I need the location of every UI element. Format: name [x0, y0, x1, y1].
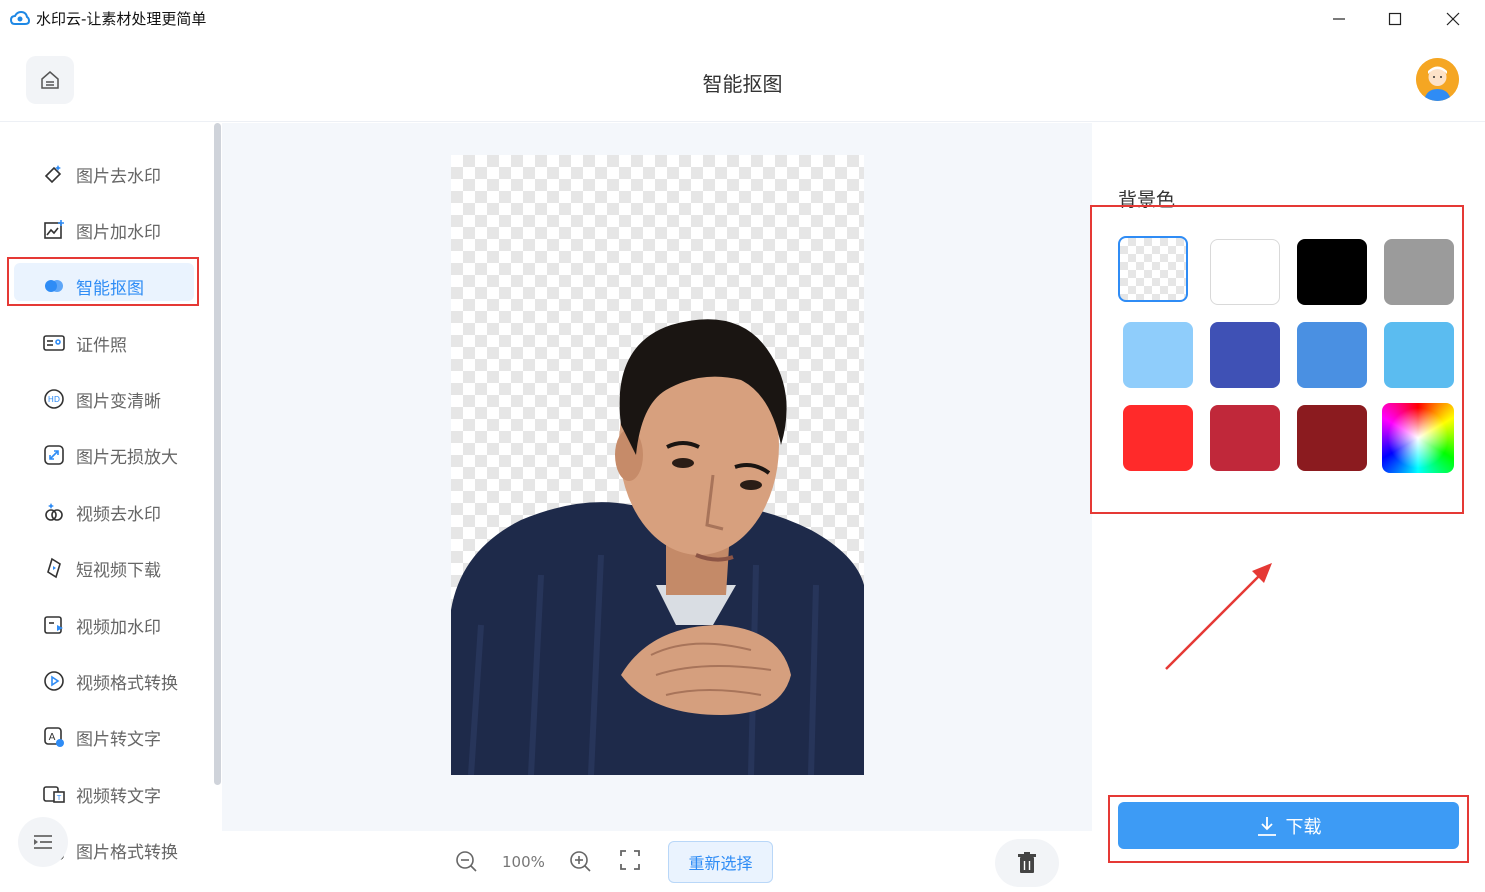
eraser-icon: [44, 165, 62, 184]
trash-icon: [1018, 852, 1036, 873]
sidebar-item-short-video-download[interactable]: 短视频下载: [42, 553, 161, 583]
fit-screen-button[interactable]: [619, 849, 641, 871]
sidebar: 图片去水印 图片加水印 智能抠图 证件照 HD 图片变清晰 图片无损放大 视频去…: [0, 123, 222, 892]
video-clean-icon: [45, 503, 63, 521]
video-add-icon: [44, 616, 63, 634]
zoom-out-button[interactable]: [454, 849, 478, 873]
user-avatar[interactable]: [1416, 58, 1459, 101]
preview-canvas: [222, 123, 1092, 831]
sidebar-item-remove-video-watermark[interactable]: 视频去水印: [42, 497, 161, 527]
maximize-button[interactable]: [1380, 6, 1410, 32]
swatch-highlight-annotation-box: [1090, 205, 1464, 514]
annotation-arrow-icon: [1165, 563, 1272, 670]
zoom-out-icon: [456, 851, 477, 872]
sidebar-item-label: 图片加水印: [76, 222, 161, 243]
window-title: 水印云-让素材处理更简单: [36, 10, 207, 28]
sidebar-item-add-image-watermark[interactable]: 图片加水印: [42, 215, 161, 245]
highlight-annotation-box: [7, 257, 199, 306]
download-icon: [1257, 816, 1276, 836]
sidebar-item-video-to-text[interactable]: T 视频转文字: [42, 779, 161, 809]
sidebar-item-label: 视频转文字: [76, 786, 161, 807]
zoom-in-button[interactable]: [568, 849, 592, 873]
sidebar-item-label: 图片变清晰: [76, 391, 161, 412]
video-convert-icon: [44, 671, 64, 691]
page-header: 智能抠图: [0, 38, 1485, 122]
minimize-icon: [1333, 18, 1345, 20]
sidebar-item-label: 图片去水印: [76, 166, 161, 187]
settings-panel: 背景色 下载: [1090, 123, 1485, 892]
hd-icon: HD: [44, 389, 64, 409]
sidebar-item-image-to-text[interactable]: A 图片转文字: [42, 722, 161, 752]
svg-text:A: A: [49, 732, 56, 743]
sidebar-item-label: 视频格式转换: [76, 673, 178, 694]
close-button[interactable]: [1438, 6, 1468, 32]
menu-toggle-button[interactable]: [18, 817, 68, 867]
sidebar-item-label: 图片格式转换: [76, 842, 178, 863]
fullscreen-icon: [620, 850, 640, 870]
title-bar: 水印云-让素材处理更简单: [0, 0, 1485, 38]
avatar-icon: [1416, 58, 1459, 101]
reselect-button[interactable]: 重新选择: [668, 841, 773, 883]
download-button[interactable]: 下载: [1118, 802, 1459, 849]
zoom-in-icon: [570, 851, 591, 872]
video-text-icon: T: [43, 786, 65, 803]
enlarge-icon: [44, 445, 64, 465]
sidebar-item-id-photo[interactable]: 证件照: [42, 328, 127, 358]
delete-button[interactable]: [995, 839, 1059, 887]
sidebar-item-label: 图片转文字: [76, 729, 161, 750]
sidebar-item-label: 视频去水印: [76, 504, 161, 525]
sidebar-item-remove-image-watermark[interactable]: 图片去水印: [42, 159, 161, 189]
svg-text:T: T: [56, 794, 62, 802]
close-icon: [1446, 12, 1460, 26]
sidebar-item-add-video-watermark[interactable]: 视频加水印: [42, 610, 161, 640]
download-label: 下载: [1285, 816, 1322, 838]
sidebar-item-label: 短视频下载: [76, 560, 161, 581]
sidebar-item-lossless-enlarge[interactable]: 图片无损放大: [42, 440, 178, 470]
image-add-icon: [44, 220, 64, 239]
sidebar-item-label: 视频加水印: [76, 617, 161, 638]
id-card-icon: [43, 335, 65, 351]
sidebar-item-video-format-convert[interactable]: 视频格式转换: [42, 666, 178, 696]
sidebar-scrollbar[interactable]: [214, 123, 221, 785]
sidebar-item-enhance-image[interactable]: HD 图片变清晰: [42, 384, 161, 414]
menu-collapse-icon: [34, 835, 52, 849]
svg-text:HD: HD: [48, 395, 60, 404]
sidebar-item-label: 图片无损放大: [76, 447, 178, 468]
canvas-toolbar: 100% 重新选择: [222, 831, 1092, 892]
minimize-button[interactable]: [1324, 6, 1354, 32]
cutout-preview-image[interactable]: [451, 155, 864, 775]
app-logo-icon: [10, 10, 30, 25]
image-text-icon: A: [44, 727, 64, 747]
zoom-level: 100%: [502, 853, 545, 871]
page-title: 智能抠图: [702, 72, 783, 96]
maximize-icon: [1388, 12, 1402, 26]
short-video-icon: [47, 557, 61, 579]
sidebar-item-label: 证件照: [76, 335, 127, 356]
portrait-cutout-image: [451, 319, 864, 775]
